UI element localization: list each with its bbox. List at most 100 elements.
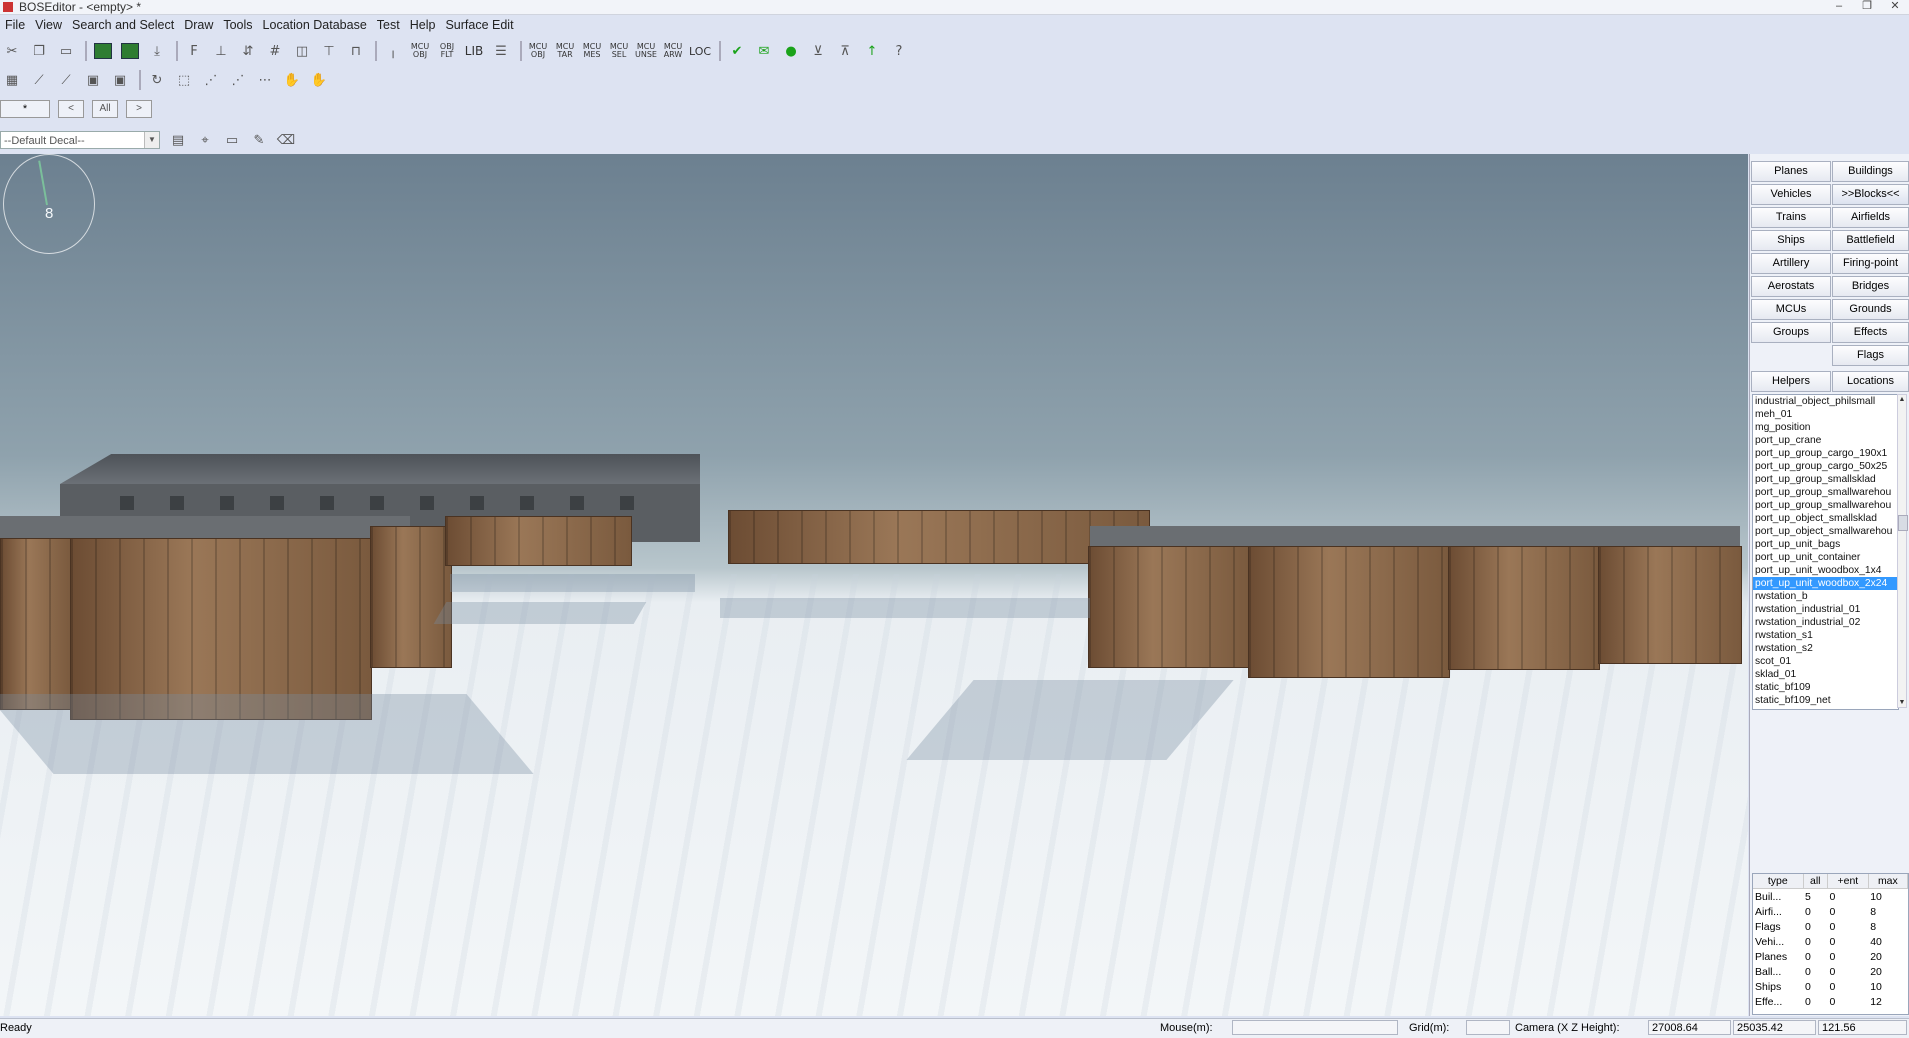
list-item[interactable]: sklad_01 <box>1753 668 1898 681</box>
open-map-alt-button[interactable] <box>118 39 142 63</box>
category-firing-point[interactable]: Firing-point <box>1832 253 1909 274</box>
category-trains[interactable]: Trains <box>1751 207 1831 228</box>
menu-help[interactable]: Help <box>405 16 441 34</box>
all-button[interactable]: All <box>92 100 118 118</box>
wand-add-button[interactable]: ⟋ <box>54 68 78 92</box>
list-item[interactable]: port_up_crane <box>1753 434 1898 447</box>
list-item[interactable]: port_up_unit_bags <box>1753 538 1898 551</box>
menu-surface-edit[interactable]: Surface Edit <box>440 16 518 34</box>
select-box-button[interactable]: ⬚ <box>172 68 196 92</box>
hand2-button[interactable]: ✋ <box>307 68 331 92</box>
category-grounds[interactable]: Grounds <box>1832 299 1909 320</box>
maximize-button[interactable]: ❐ <box>1853 0 1881 14</box>
checker-button[interactable]: ▦ <box>0 68 24 92</box>
decal-pen-button[interactable]: ✎ <box>247 128 271 152</box>
open-map-button[interactable] <box>91 39 115 63</box>
menu-search-and-select[interactable]: Search and Select <box>67 16 179 34</box>
list-item[interactable]: rwstation_industrial_01 <box>1753 603 1898 616</box>
arrow-up-button[interactable]: ↑ <box>860 39 884 63</box>
drop-button[interactable]: ⊥ <box>209 39 233 63</box>
object-list-scrollbar[interactable]: ▲ ▼ <box>1897 394 1908 708</box>
font-button[interactable]: F <box>182 39 206 63</box>
list-item[interactable]: port_up_group_smallwarehou <box>1753 499 1898 512</box>
mcu-arw-button[interactable]: MCU ARW <box>661 39 685 63</box>
list-item[interactable]: rwstation_industrial_02 <box>1753 616 1898 629</box>
scroll-thumb[interactable] <box>1898 515 1908 531</box>
category-artillery[interactable]: Artillery <box>1751 253 1831 274</box>
category-ships[interactable]: Ships <box>1751 230 1831 251</box>
list-item[interactable]: static_bf109_net <box>1753 694 1898 707</box>
marker-button[interactable]: ╷ <box>381 39 405 63</box>
level-button[interactable]: ⊻ <box>806 39 830 63</box>
menu-draw[interactable]: Draw <box>179 16 218 34</box>
list-item[interactable]: mg_position <box>1753 421 1898 434</box>
mcu-sel-button[interactable]: MCU SEL <box>607 39 631 63</box>
decal-move-button[interactable]: ⌖ <box>193 128 217 152</box>
menu-test[interactable]: Test <box>372 16 405 34</box>
mcu-obj-button[interactable]: MCU OBJ <box>408 39 432 63</box>
list-item[interactable]: port_up_group_cargo_190x1 <box>1753 447 1898 460</box>
category-blocks[interactable]: >>Blocks<< <box>1832 184 1909 205</box>
list-button[interactable]: ☰ <box>489 39 513 63</box>
locations-button[interactable]: Locations <box>1832 371 1909 392</box>
menu-location-database[interactable]: Location Database <box>258 16 372 34</box>
list-item[interactable]: port_up_object_smallwarehou <box>1753 525 1898 538</box>
path2-button[interactable]: ⋰ <box>226 68 250 92</box>
download-button[interactable]: ⤓ <box>145 39 169 63</box>
list-item[interactable]: rwstation_b <box>1753 590 1898 603</box>
align-button[interactable]: ⊓ <box>344 39 368 63</box>
decal-rect-button[interactable]: ▭ <box>220 128 244 152</box>
category-bridges[interactable]: Bridges <box>1832 276 1909 297</box>
mcu-mes-button[interactable]: MCU MES <box>580 39 604 63</box>
check-button[interactable]: ✔ <box>725 39 749 63</box>
category-battlefield[interactable]: Battlefield <box>1832 230 1909 251</box>
prev-button[interactable]: < <box>58 100 84 118</box>
loc-button[interactable]: LOC <box>688 39 712 63</box>
scroll-up-icon[interactable]: ▲ <box>1898 395 1906 404</box>
rotate-button[interactable]: ↻ <box>145 68 169 92</box>
cut-button[interactable]: ✂ <box>0 39 24 63</box>
scroll-down-icon[interactable]: ▼ <box>1898 698 1906 707</box>
menu-file[interactable]: File <box>0 16 30 34</box>
help-button[interactable]: ? <box>887 39 911 63</box>
path3-button[interactable]: ⋯ <box>253 68 277 92</box>
group-field[interactable]: * <box>0 100 50 118</box>
grid-button[interactable]: # <box>263 39 287 63</box>
record-button[interactable]: ● <box>779 39 803 63</box>
image-button[interactable]: ▣ <box>81 68 105 92</box>
list-item[interactable]: scot_01 <box>1753 655 1898 668</box>
list-item[interactable]: meh_01 <box>1753 408 1898 421</box>
category-airfields[interactable]: Airfields <box>1832 207 1909 228</box>
sort-button[interactable]: ⇵ <box>236 39 260 63</box>
list-item-selected[interactable]: port_up_unit_woodbox_2x24 <box>1753 577 1898 590</box>
stats-header-max[interactable]: max <box>1868 874 1908 889</box>
menu-tools[interactable]: Tools <box>218 16 257 34</box>
close-button[interactable]: ✕ <box>1881 0 1909 14</box>
object-list[interactable]: industrial_object_philsmall meh_01 mg_po… <box>1752 394 1899 710</box>
3d-viewport[interactable]: 8 <box>0 154 1748 1016</box>
path-button[interactable]: ⋰ <box>199 68 223 92</box>
list-item[interactable]: port_up_group_smallsklad <box>1753 473 1898 486</box>
list-item[interactable]: static_bf109 <box>1753 681 1898 694</box>
category-planes[interactable]: Planes <box>1751 161 1831 182</box>
frame-button[interactable]: ◫ <box>290 39 314 63</box>
copy-button[interactable]: ❐ <box>27 39 51 63</box>
stats-header-all[interactable]: all <box>1803 874 1829 889</box>
list-item[interactable]: rwstation_s1 <box>1753 629 1898 642</box>
image2-button[interactable]: ▣ <box>108 68 132 92</box>
list-item[interactable]: port_up_unit_woodbox_1x4 <box>1753 564 1898 577</box>
paste-button[interactable]: ▭ <box>54 39 78 63</box>
mcu-obj2-button[interactable]: MCU OBJ <box>526 39 550 63</box>
minimize-button[interactable]: – <box>1825 0 1853 14</box>
mcu-unse-button[interactable]: MCU UNSE <box>634 39 658 63</box>
helpers-button[interactable]: Helpers <box>1751 371 1831 392</box>
category-aerostats[interactable]: Aerostats <box>1751 276 1831 297</box>
list-item[interactable]: port_up_group_cargo_50x25 <box>1753 460 1898 473</box>
hand-button[interactable]: ✋ <box>280 68 304 92</box>
list-item[interactable]: port_up_object_smallsklad <box>1753 512 1898 525</box>
category-vehicles[interactable]: Vehicles <box>1751 184 1831 205</box>
decal-frame-button[interactable]: ▤ <box>166 128 190 152</box>
decal-select[interactable]: --Default Decal-- ▼ <box>0 131 160 149</box>
wand-button[interactable]: ⟋ <box>27 68 51 92</box>
mail-button[interactable]: ✉ <box>752 39 776 63</box>
